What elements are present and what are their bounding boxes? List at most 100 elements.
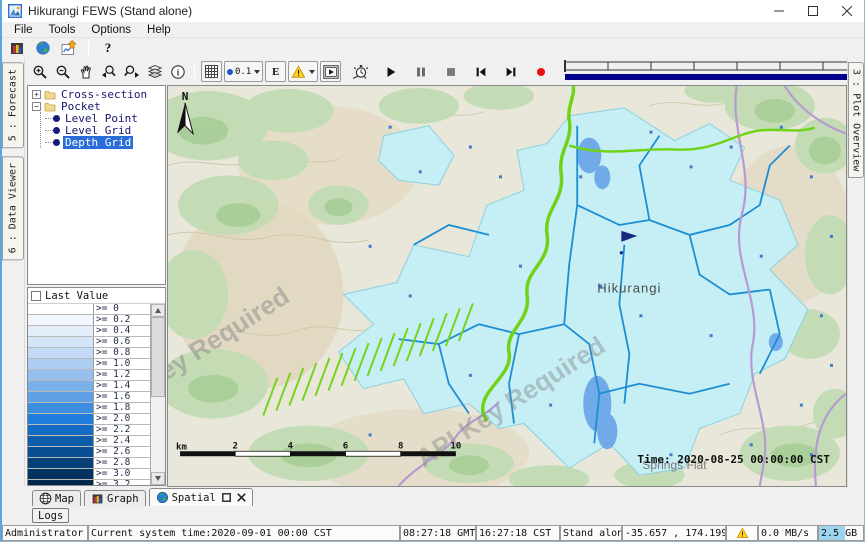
legend-row: >= 1.8 — [28, 403, 150, 414]
map-display-icon[interactable] — [32, 39, 54, 57]
legend-list: >= 0 >= 0.2 >= 0.4 >= 0.6 >= 0.8 >= 1.0 … — [28, 304, 151, 485]
legend-row: >= 1.6 — [28, 392, 150, 403]
parameter-bullet-icon — [53, 139, 60, 146]
step-forward-icon[interactable] — [500, 61, 521, 82]
help-button[interactable]: ? — [97, 39, 119, 57]
map-time-label: Time: 2020-08-25 00:00:00 CST — [637, 453, 830, 466]
window-title: Hikurangi FEWS (Stand alone) — [28, 4, 192, 18]
tab-spatial[interactable]: Spatial — [149, 488, 253, 506]
animation-icon[interactable] — [320, 61, 341, 82]
tree-item-depth-grid[interactable]: Depth Grid — [41, 136, 165, 148]
legend-row: >= 0 — [28, 304, 150, 315]
legend-swatch — [28, 414, 94, 424]
legend-swatch — [28, 392, 94, 402]
legend-toggle-button[interactable]: E — [265, 61, 286, 82]
status-warning[interactable]: ! — [726, 525, 758, 541]
tree-item-level-grid[interactable]: Level Grid — [41, 124, 165, 136]
svg-text:6: 6 — [343, 441, 348, 451]
scrollbar-thumb[interactable] — [151, 317, 165, 397]
folder-icon — [44, 89, 56, 100]
logs-button[interactable]: Logs — [32, 508, 69, 523]
pan-hand-icon[interactable] — [75, 61, 96, 82]
record-icon[interactable] — [530, 61, 551, 82]
legend-swatch — [28, 315, 94, 325]
svg-text:4: 4 — [288, 441, 293, 451]
menu-file[interactable]: File — [6, 24, 41, 36]
svg-text:2: 2 — [232, 441, 237, 451]
status-system-time: Current system time:2020-09-01 00:00 CST — [88, 525, 400, 541]
zoom-in-icon[interactable] — [29, 61, 50, 82]
last-value-checkbox[interactable] — [31, 291, 41, 301]
legend-swatch — [28, 348, 94, 358]
explorer-icon[interactable] — [6, 39, 28, 57]
legend-swatch — [28, 458, 94, 468]
tree-item-pocket[interactable]: − Pocket — [28, 100, 165, 112]
tree-item-level-point[interactable]: Level Point — [41, 112, 165, 124]
status-network-speed: 0.0 MB/s — [758, 525, 818, 541]
timeline-slider[interactable] — [563, 58, 865, 85]
status-coordinates: -35.657 , 174.199 — [622, 525, 726, 541]
map-view[interactable]: API Key Required API Key Required Hikura… — [167, 85, 847, 487]
svg-text:km: km — [176, 442, 187, 452]
tree-item-label-selected[interactable]: Depth Grid — [63, 136, 133, 149]
legend-row: >= 2.6 — [28, 447, 150, 458]
legend-swatch — [28, 436, 94, 446]
warning-icon: ! — [291, 65, 306, 79]
close-button[interactable] — [830, 0, 864, 22]
zoom-next-icon[interactable] — [121, 61, 142, 82]
legend-scrollbar[interactable] — [151, 304, 165, 485]
parameter-bullet-icon — [53, 127, 60, 134]
map-toolbar: i 0.1 E ! — [25, 58, 847, 85]
stop-icon[interactable] — [440, 61, 461, 82]
tab-restore-icon[interactable] — [222, 493, 231, 502]
toolbar-separator — [194, 64, 195, 79]
svg-text:!: ! — [297, 68, 300, 77]
legend-row: >= 2.0 — [28, 414, 150, 425]
tab-graph[interactable]: Graph — [84, 490, 146, 506]
tree-item-cross-section[interactable]: + Cross-section — [28, 88, 165, 100]
zoom-out-icon[interactable] — [52, 61, 73, 82]
north-label: N — [182, 90, 189, 103]
time-navigator-icon[interactable] — [350, 61, 371, 82]
town-label: Hikurangi — [597, 281, 661, 296]
legend-swatch — [28, 370, 94, 380]
globe-icon — [156, 491, 169, 504]
threshold-dropdown[interactable]: 0.1 — [224, 61, 263, 82]
titlebar: Hikurangi FEWS (Stand alone) — [2, 0, 864, 22]
menu-tools[interactable]: Tools — [41, 24, 84, 36]
menu-options[interactable]: Options — [83, 24, 139, 36]
maximize-button[interactable] — [796, 0, 830, 22]
threshold-value: 0.1 — [235, 67, 251, 77]
time-series-import-icon[interactable] — [58, 39, 80, 57]
bar-chart-icon — [91, 492, 104, 505]
tab-forecast[interactable]: 5 : Forecast — [2, 62, 24, 148]
status-local-time: 16:27:18 CST — [476, 525, 560, 541]
zoom-previous-icon[interactable] — [98, 61, 119, 82]
menu-help[interactable]: Help — [139, 24, 179, 36]
tab-map[interactable]: Map — [32, 490, 81, 506]
grid-display-icon[interactable] — [201, 61, 222, 82]
status-memory: 2.5 GB — [818, 525, 864, 541]
scroll-down-icon[interactable] — [151, 472, 165, 485]
legend-row: >= 3.0 — [28, 469, 150, 480]
info-icon[interactable]: i — [167, 61, 188, 82]
pause-icon[interactable] — [410, 61, 431, 82]
status-user: Administrator — [2, 525, 88, 541]
tab-data-viewer[interactable]: 6 : Data Viewer — [2, 156, 24, 260]
legend-row: >= 1.2 — [28, 370, 150, 381]
minimize-button[interactable] — [762, 0, 796, 22]
filter-tree: + Cross-section − Pocket — [27, 85, 166, 285]
tab-plot-overview[interactable]: 3 : Plot Overview — [848, 62, 864, 178]
tab-close-icon[interactable] — [237, 493, 246, 502]
scroll-up-icon[interactable] — [151, 304, 165, 317]
menubar: File Tools Options Help — [2, 22, 864, 38]
expand-icon[interactable]: + — [32, 90, 41, 99]
statusbar: Administrator Current system time:2020-0… — [2, 525, 864, 541]
collapse-icon[interactable]: − — [32, 102, 41, 111]
legend-swatch — [28, 326, 94, 336]
layers-icon[interactable] — [144, 61, 165, 82]
warning-thresholds-dropdown[interactable]: ! — [288, 61, 318, 82]
play-icon[interactable] — [380, 61, 401, 82]
step-backward-icon[interactable] — [470, 61, 491, 82]
legend-swatch — [28, 359, 94, 369]
